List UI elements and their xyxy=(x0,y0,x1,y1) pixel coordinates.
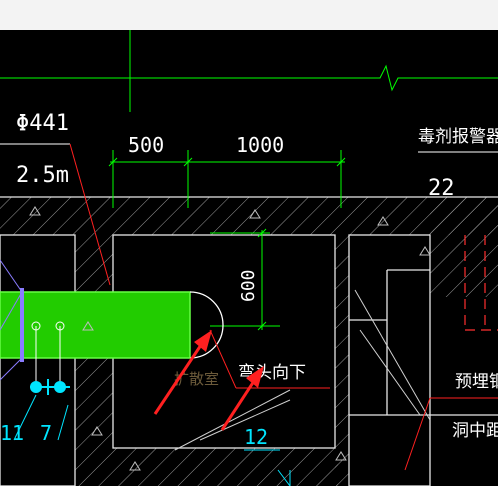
valve-number-11: 11 xyxy=(0,421,24,445)
ventilation-pipe[interactable] xyxy=(0,288,224,362)
dimension-1000-label: 1000 xyxy=(236,133,284,157)
lower-leaders xyxy=(174,389,291,451)
embedded-pipe-leader xyxy=(404,397,431,471)
item-number-12: 12 xyxy=(244,425,268,449)
dimension-600-label: 600 xyxy=(238,269,259,302)
elbow-down-label: 弯头向下 xyxy=(238,363,306,383)
structure-diagonals xyxy=(354,289,431,421)
detector-number: 22 xyxy=(428,176,455,201)
pipe-length-label: 2.5m xyxy=(16,163,69,188)
valve-number-7: 7 xyxy=(40,421,52,445)
dimension-500-label: 500 xyxy=(128,133,164,157)
top-reference-line xyxy=(0,30,498,112)
tunnel-distance-label: 洞中距地 xyxy=(452,421,498,441)
detector-label: 毒剂报警器 xyxy=(418,127,498,147)
embedded-pipe-label: 预埋钢管 xyxy=(455,372,498,392)
pipe-diameter-label: Φ441 xyxy=(16,111,69,136)
cad-drawing-canvas[interactable]: 500 1000 600 11 7 Φ441 2.5m 毒剂报警器 22 弯头向… xyxy=(0,30,498,486)
viewer-toolbar xyxy=(0,0,498,31)
